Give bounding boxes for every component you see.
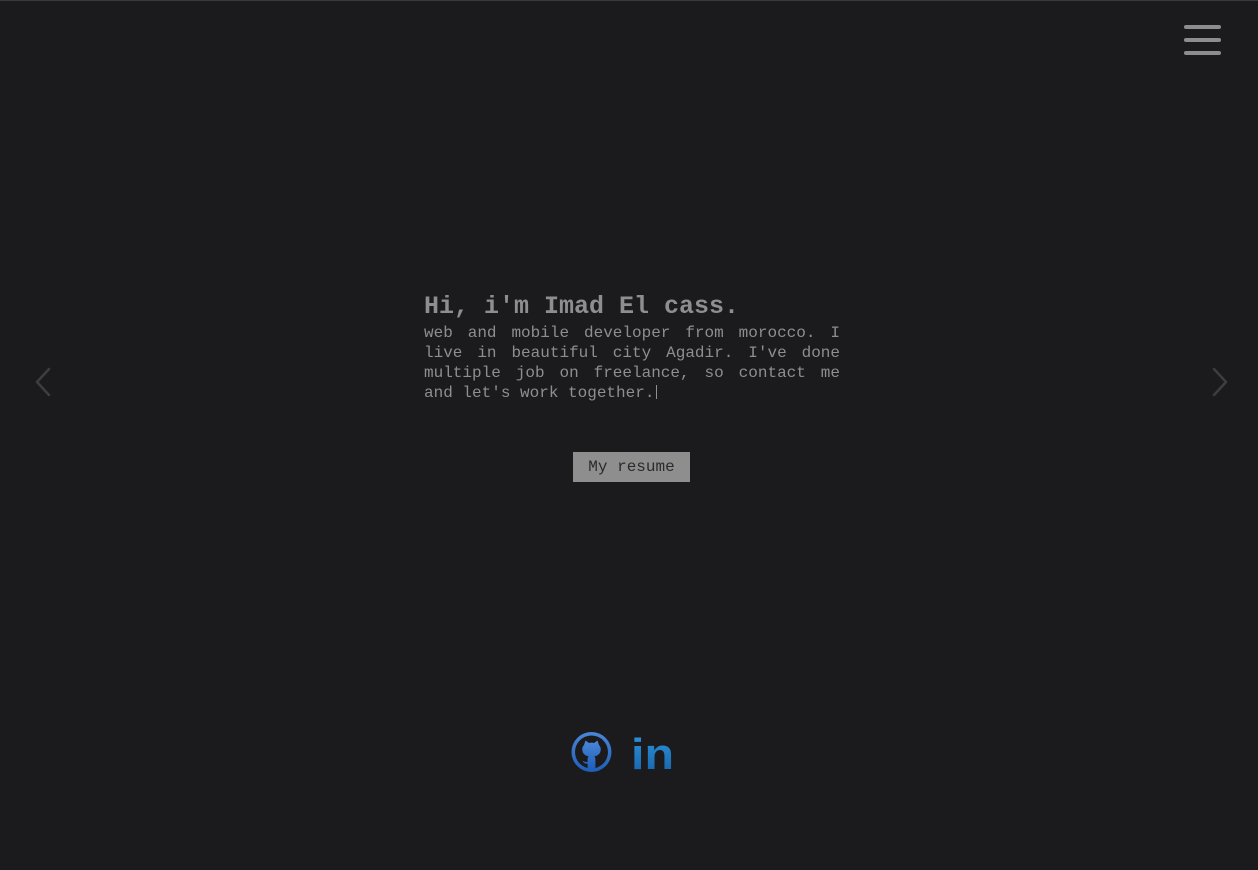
linkedin-icon-text: in: [631, 731, 674, 773]
hero-intro-text: web and mobile developer from morocco. I…: [424, 323, 840, 403]
linkedin-icon: in: [631, 730, 674, 779]
github-link[interactable]: [570, 731, 613, 773]
hamburger-menu-icon-bar-middle: [1184, 38, 1221, 42]
hero-intro-text-content: web and mobile developer from morocco. I…: [424, 324, 840, 402]
chevron-right-icon: [1212, 367, 1228, 397]
hero-title: Hi, i'm Imad El cass.: [424, 292, 740, 321]
resume-button[interactable]: My resume: [573, 452, 690, 482]
hamburger-menu-icon-bar-bottom: [1184, 51, 1221, 55]
hamburger-menu-icon-bar-top: [1184, 25, 1221, 29]
menu-toggle-button[interactable]: [1184, 23, 1222, 59]
linkedin-link[interactable]: in: [631, 730, 675, 779]
carousel-prev-button[interactable]: [31, 365, 55, 399]
hero-section: Hi, i'm Imad El cass. web and mobile dev…: [424, 291, 840, 403]
typing-cursor: [656, 385, 658, 399]
github-icon: [571, 732, 612, 772]
chevron-left-icon: [35, 367, 51, 397]
carousel-next-button[interactable]: [1208, 365, 1232, 399]
